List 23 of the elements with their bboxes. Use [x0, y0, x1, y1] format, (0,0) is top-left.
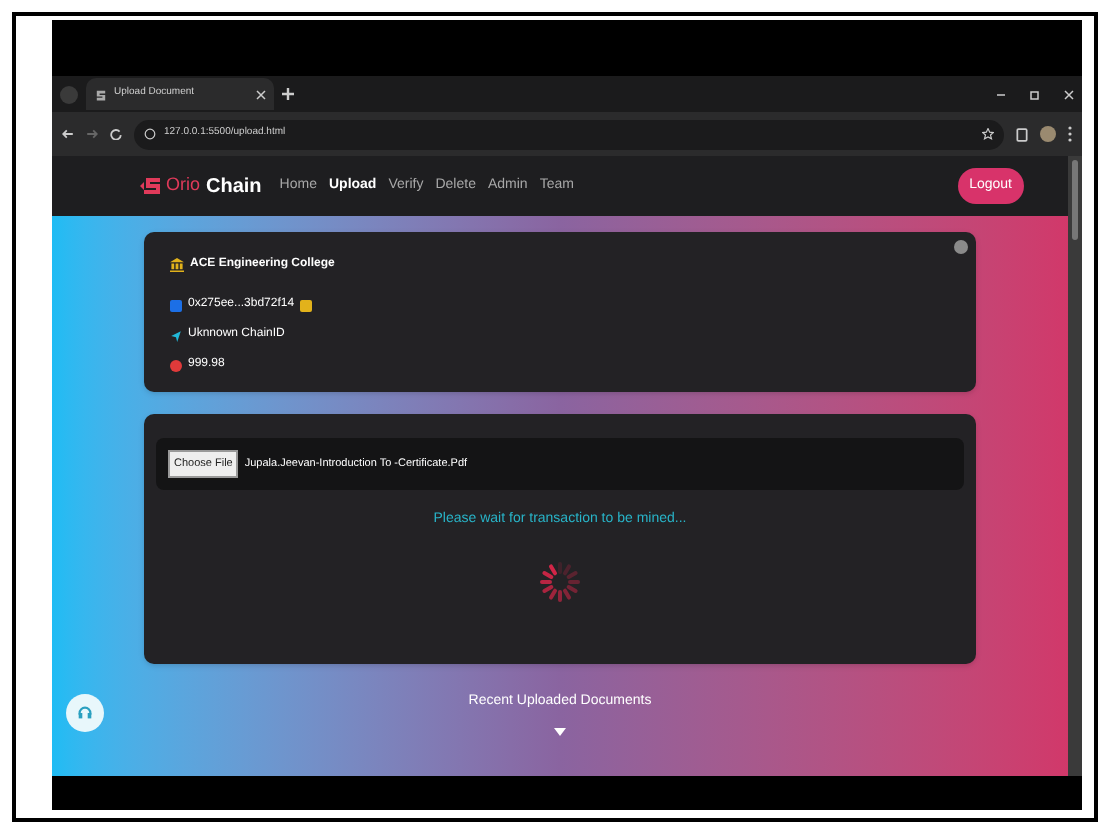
bank-icon [170, 258, 184, 272]
profile-avatar[interactable] [1040, 126, 1056, 142]
forward-icon[interactable] [86, 128, 98, 140]
brand-prefix: Orio [166, 172, 201, 199]
reload-icon[interactable] [110, 128, 122, 140]
new-tab-icon[interactable] [282, 88, 294, 100]
info-icon [144, 128, 156, 140]
site-logo-icon [94, 87, 108, 101]
close-icon[interactable] [1064, 89, 1074, 99]
loading-spinner-icon [538, 559, 582, 603]
star-icon[interactable] [982, 128, 994, 140]
network-icon [170, 329, 182, 341]
support-button[interactable] [66, 694, 104, 733]
brand-name: Chain [206, 173, 262, 201]
headset-icon [76, 704, 94, 723]
back-icon[interactable] [62, 128, 74, 140]
scrollbar[interactable] [1068, 156, 1082, 776]
close-icon[interactable] [256, 89, 266, 99]
restore-icon[interactable] [1030, 89, 1040, 99]
minimize-icon[interactable] [996, 89, 1006, 99]
extensions-icon[interactable] [1016, 127, 1028, 141]
logo-icon [140, 176, 162, 196]
caret-down-icon[interactable] [554, 727, 566, 735]
